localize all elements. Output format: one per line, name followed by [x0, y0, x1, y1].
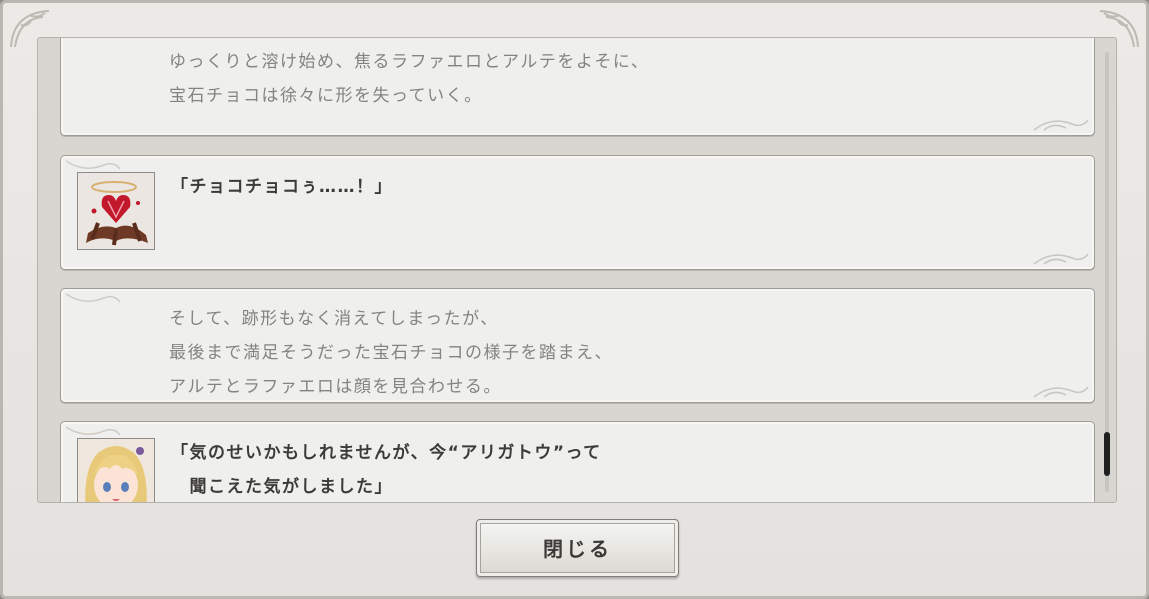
- dialogue-line: 「チョコチョコぅ……！」: [171, 177, 393, 197]
- narration-line: そして、跡形もなく消えてしまったが、: [169, 309, 499, 329]
- flourish-ornament-icon: [1033, 386, 1089, 398]
- scrollbar-thumb[interactable]: [1104, 432, 1110, 476]
- flourish-ornament-icon: [65, 160, 121, 170]
- scrollbar-track[interactable]: [1105, 52, 1109, 492]
- jewel-chocolate-heart-portrait: [77, 172, 155, 250]
- flourish-ornament-icon: [1033, 119, 1089, 131]
- log-entry-narration: そして、跡形もなく消えてしまったが、 最後まで満足そうだった宝石チョコの様子を踏…: [60, 288, 1095, 403]
- flourish-ornament-icon: [1033, 253, 1089, 265]
- narration-line: 宝石チョコは徐々に形を失っていく。: [169, 86, 483, 106]
- log-window: ゆっくりと溶け始め、焦るラファエロとアルテをよそに、 宝石チョコは徐々に形を失っ…: [0, 0, 1149, 599]
- log-entry-dialogue: 「気のせいかもしれませんが、今“アリガトウ”って 聞こえた気がしました」: [60, 421, 1095, 502]
- blonde-girl-portrait: [77, 438, 155, 502]
- narration-line: 最後まで満足そうだった宝石チョコの様子を踏まえ、: [169, 343, 613, 363]
- close-button-label: 閉じる: [543, 537, 612, 561]
- narration-line: アルテとラファエロは顔を見合わせる。: [169, 377, 502, 397]
- dialogue-line: 「気のせいかもしれませんが、今“アリガトウ”って: [171, 443, 602, 463]
- narration-line: ゆっくりと溶け始め、焦るラファエロとアルテをよそに、: [169, 52, 650, 72]
- log-entry-narration: ゆっくりと溶け始め、焦るラファエロとアルテをよそに、 宝石チョコは徐々に形を失っ…: [60, 38, 1095, 136]
- backlog-panel[interactable]: ゆっくりと溶け始め、焦るラファエロとアルテをよそに、 宝石チョコは徐々に形を失っ…: [37, 37, 1117, 503]
- flourish-ornament-icon: [65, 293, 121, 303]
- log-entry-dialogue: 「チョコチョコぅ……！」: [60, 155, 1095, 270]
- flourish-ornament-icon: [65, 426, 121, 436]
- close-button[interactable]: 閉じる: [476, 519, 679, 577]
- dialogue-line: 聞こえた気がしました」: [171, 477, 393, 497]
